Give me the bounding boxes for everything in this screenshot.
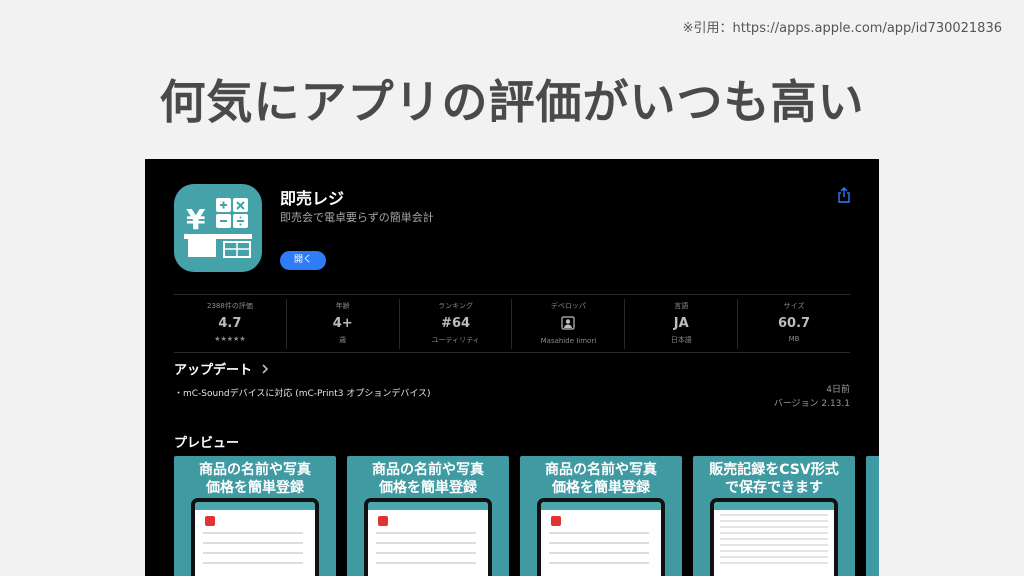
caption-line: 商品の名前や写真: [372, 462, 484, 478]
chevron-right-icon: [261, 364, 268, 374]
update-meta: 4日前 バージョン 2.13.1: [774, 383, 850, 411]
caption-line: 販売記録をCSV形式: [709, 462, 839, 478]
table-line: [720, 544, 828, 546]
form-line: [549, 532, 649, 534]
caption-line: で保存できます: [725, 480, 823, 496]
caption-line: 価格を簡単登録: [379, 480, 477, 496]
product-image: [551, 516, 561, 526]
caption-line: 商品の名前や写真: [199, 462, 311, 478]
product-image: [378, 516, 388, 526]
caption-line: 価格を簡単登録: [552, 480, 650, 496]
star-rating: ★★★★★: [214, 335, 246, 343]
preview-caption: 販売記録をCSV形式 で保存できます: [693, 461, 855, 497]
preview-card[interactable]: 商品の名前や写真 価格を簡単登録: [347, 456, 509, 576]
update-section-link[interactable]: アップデート: [174, 359, 269, 378]
stat-developer[interactable]: デベロッパ Masahide Iimori: [512, 299, 626, 349]
update-note: ・mC-Soundデバイスに対応 (mC-Print3 オプションデバイス): [174, 389, 431, 399]
tablet-nav-bar: [195, 502, 315, 510]
preview-caption: 商品の名前や写真 価格を簡単登録: [347, 461, 509, 497]
divider-top: [174, 294, 850, 295]
divider-bottom: [174, 352, 850, 353]
form-line: [203, 532, 303, 534]
form-line: [549, 552, 649, 554]
update-date: 4日前: [826, 385, 850, 395]
caption-line: 商品の名前や写真: [545, 462, 657, 478]
table-line: [720, 550, 828, 552]
tablet-nav-bar: [541, 502, 661, 510]
stat-sub: 歳: [339, 336, 347, 344]
preview-card[interactable]: 商品の名前や写真 価格を簡単登録: [174, 456, 336, 576]
stat-ratings: 2388件の評価 4.7 ★★★★★: [174, 299, 287, 349]
form-line: [203, 562, 303, 564]
app-icon: ¥: [174, 184, 262, 272]
stat-label: ランキング: [438, 302, 473, 310]
preview-carousel[interactable]: 商品の名前や写真 価格を簡単登録 商品の名前や写真 価格を簡単登録 商品の名前や…: [174, 456, 879, 576]
tablet-mockup: [191, 498, 319, 576]
tablet-mockup: [364, 498, 492, 576]
stat-value: 4+: [332, 316, 353, 331]
table-line: [720, 514, 828, 516]
table-line: [720, 526, 828, 528]
yen-calculator-register-icon: ¥: [184, 198, 252, 258]
preview-card[interactable]: 商品の名前や写真 価格を簡単登録: [520, 456, 682, 576]
stat-label: 年齢: [335, 302, 350, 310]
stats-row: 2388件の評価 4.7 ★★★★★ 年齢 4+ 歳 ランキング #64 ユーテ…: [174, 299, 850, 349]
stat-ranking: ランキング #64 ユーティリティ: [400, 299, 513, 349]
preview-caption: 商品の名前や写真 価格を簡単登録: [520, 461, 682, 497]
preview-card-partial[interactable]: [866, 456, 879, 576]
product-image: [205, 516, 215, 526]
table-line: [720, 520, 828, 522]
caption-line: 価格を簡単登録: [206, 480, 304, 496]
preview-title: プレビュー: [174, 436, 240, 451]
stat-label: 言語: [674, 302, 689, 310]
form-line: [203, 542, 303, 544]
update-version: バージョン 2.13.1: [773, 399, 850, 409]
update-title: アップデート: [174, 363, 253, 378]
tablet-mockup: [537, 498, 665, 576]
developer-name: Masahide Iimori: [540, 337, 597, 345]
stat-value: JA: [673, 316, 689, 331]
tablet-screen: [195, 502, 315, 576]
stat-value: #64: [441, 316, 471, 331]
form-line: [376, 532, 476, 534]
tablet-nav-bar: [714, 502, 834, 510]
table-line: [720, 538, 828, 540]
table-line: [720, 562, 828, 564]
stat-label: サイズ: [783, 302, 805, 310]
stat-label: デベロッパ: [550, 302, 586, 310]
form-line: [376, 542, 476, 544]
preview-caption: 商品の名前や写真 価格を簡単登録: [174, 461, 336, 497]
preview-card[interactable]: 販売記録をCSV形式 で保存できます: [693, 456, 855, 576]
stat-sub: 日本語: [670, 336, 692, 344]
stat-value: 4.7: [218, 316, 242, 331]
app-subtitle: 即売会で電卓要らずの簡単会計: [280, 211, 434, 224]
stat-value: 60.7: [778, 316, 811, 331]
app-store-screenshot: ¥ 即売レジ 即売会で電卓要らずの簡単会計 開く 2388件の評価 4.7 ★★…: [145, 159, 879, 576]
stat-language: 言語 JA 日本語: [625, 299, 739, 349]
form-line: [376, 562, 476, 564]
citation-text: ※引用：https://apps.apple.com/app/id7300218…: [682, 21, 1002, 36]
csv-table-screen: [714, 502, 834, 576]
app-name: 即売レジ: [280, 189, 345, 208]
tablet-screen: [368, 502, 488, 576]
stat-sub: ユーティリティ: [431, 336, 480, 344]
svg-text:¥: ¥: [186, 203, 206, 236]
open-button[interactable]: 開く: [280, 251, 326, 270]
form-line: [549, 542, 649, 544]
form-line: [549, 562, 649, 564]
form-line: [376, 552, 476, 554]
share-icon[interactable]: [836, 187, 852, 203]
stat-sub: MB: [788, 335, 800, 343]
table-line: [720, 532, 828, 534]
tablet-mockup: [710, 498, 838, 576]
stat-size: サイズ 60.7 MB: [738, 299, 850, 349]
form-line: [203, 552, 303, 554]
table-line: [720, 556, 828, 558]
stat-age: 年齢 4+ 歳: [287, 299, 400, 349]
tablet-screen: [541, 502, 661, 576]
tablet-nav-bar: [368, 502, 488, 510]
slide-title: 何気にアプリの評価がいつも高い: [159, 75, 865, 129]
stat-label: 2388件の評価: [207, 302, 253, 310]
developer-person-icon: [561, 316, 575, 330]
